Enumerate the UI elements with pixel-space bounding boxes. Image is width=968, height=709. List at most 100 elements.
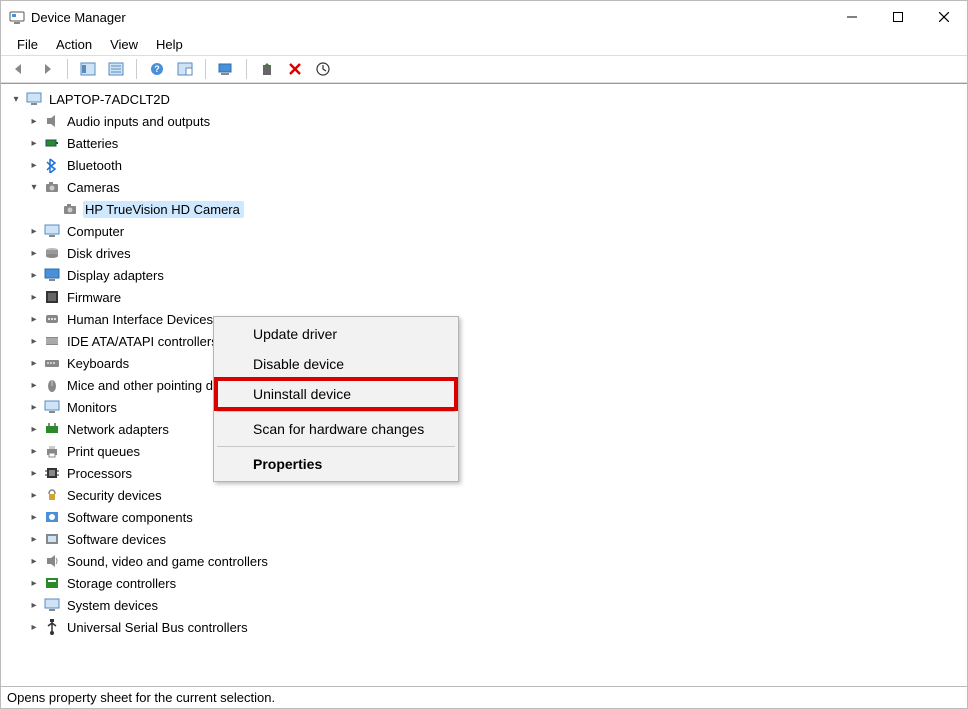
chevron-right-icon[interactable]: ▸ xyxy=(27,224,41,238)
properties-button[interactable] xyxy=(104,58,128,80)
chevron-right-icon[interactable]: ▸ xyxy=(27,466,41,480)
chevron-right-icon[interactable]: ▸ xyxy=(27,532,41,546)
monitor-icon xyxy=(43,398,61,416)
tree-category[interactable]: ▸ Keyboards xyxy=(27,352,967,374)
menu-help[interactable]: Help xyxy=(148,35,191,54)
update-driver-button[interactable] xyxy=(255,58,279,80)
chevron-right-icon[interactable]: ▸ xyxy=(27,400,41,414)
tree-category[interactable]: ▸ Audio inputs and outputs xyxy=(27,110,967,132)
chevron-right-icon[interactable]: ▸ xyxy=(27,620,41,634)
tree-category[interactable]: ▸ IDE ATA/ATAPI controllers xyxy=(27,330,967,352)
bluetooth-icon xyxy=(43,156,61,174)
window-controls xyxy=(829,1,967,33)
toolbar: ? xyxy=(1,55,967,83)
tree-category-label: Computer xyxy=(65,223,128,240)
device-tree[interactable]: ▾LAPTOP-7ADCLT2D ▸ Audio inputs and output… xyxy=(1,83,967,686)
context-menu-item[interactable]: Properties xyxy=(216,449,456,479)
chevron-down-icon[interactable]: ▾ xyxy=(27,180,41,194)
tree-category-label: IDE ATA/ATAPI controllers xyxy=(65,333,222,350)
action-button[interactable] xyxy=(173,58,197,80)
chevron-right-icon[interactable]: ▸ xyxy=(27,378,41,392)
chevron-right-icon[interactable]: ▸ xyxy=(27,290,41,304)
firmware-icon xyxy=(43,288,61,306)
tree-category[interactable]: ▸ Software devices xyxy=(27,528,967,550)
tree-category[interactable]: ▸Software components xyxy=(27,506,967,528)
tree-category[interactable]: ▸Display adapters xyxy=(27,264,967,286)
tree-category-label: Storage controllers xyxy=(65,575,180,592)
window-title: Device Manager xyxy=(31,10,829,25)
chevron-right-icon[interactable]: ▸ xyxy=(27,334,41,348)
keyboard-icon xyxy=(43,354,61,372)
maximize-button[interactable] xyxy=(875,1,921,33)
tree-category-label: Print queues xyxy=(65,443,144,460)
tree-category-label: Keyboards xyxy=(65,355,133,372)
security-icon xyxy=(43,486,61,504)
tree-category[interactable]: ▸Monitors xyxy=(27,396,967,418)
close-button[interactable] xyxy=(921,1,967,33)
chevron-right-icon[interactable]: ▸ xyxy=(27,136,41,150)
chevron-right-icon[interactable]: ▸ xyxy=(27,554,41,568)
tree-category[interactable]: ▸Human Interface Devices xyxy=(27,308,967,330)
chevron-right-icon[interactable]: ▸ xyxy=(27,356,41,370)
chevron-right-icon[interactable]: ▸ xyxy=(27,576,41,590)
titlebar: Device Manager xyxy=(1,1,967,33)
tree-category[interactable]: ▸ Storage controllers xyxy=(27,572,967,594)
chevron-right-icon[interactable]: ▸ xyxy=(27,158,41,172)
context-menu-item[interactable]: Disable device xyxy=(216,349,456,379)
context-menu-item[interactable]: Update driver xyxy=(216,319,456,349)
tree-category-label: Software devices xyxy=(65,531,170,548)
swdev-icon xyxy=(43,530,61,548)
chevron-right-icon[interactable]: ▸ xyxy=(27,268,41,282)
tree-category[interactable]: ▾Cameras xyxy=(27,176,967,198)
printer-icon xyxy=(43,442,61,460)
speaker-icon xyxy=(43,112,61,130)
chevron-right-icon[interactable]: ▸ xyxy=(27,598,41,612)
disable-device-button[interactable] xyxy=(311,58,335,80)
battery-icon xyxy=(43,134,61,152)
back-button[interactable] xyxy=(7,58,31,80)
tree-device[interactable]: HP TrueVision HD Camera xyxy=(45,198,967,220)
menu-file[interactable]: File xyxy=(9,35,46,54)
device-manager-window: Device Manager File Action View Help ? ▾… xyxy=(0,0,968,709)
show-hide-console-tree-button[interactable] xyxy=(76,58,100,80)
chevron-right-icon[interactable]: ▸ xyxy=(27,246,41,260)
context-menu-item[interactable]: Uninstall device xyxy=(216,379,456,409)
mouse-icon xyxy=(43,376,61,394)
tree-category-label: System devices xyxy=(65,597,162,614)
tree-category[interactable]: ▸Universal Serial Bus controllers xyxy=(27,616,967,638)
context-menu-item[interactable]: Scan for hardware changes xyxy=(216,414,456,444)
statusbar-text: Opens property sheet for the current sel… xyxy=(7,690,275,705)
chevron-right-icon[interactable]: ▸ xyxy=(27,312,41,326)
chevron-right-icon[interactable]: ▸ xyxy=(27,444,41,458)
menu-view[interactable]: View xyxy=(102,35,146,54)
chevron-right-icon[interactable]: ▸ xyxy=(27,422,41,436)
tree-category-label: Audio inputs and outputs xyxy=(65,113,214,130)
storage-icon xyxy=(43,574,61,592)
tree-category[interactable]: ▸Disk drives xyxy=(27,242,967,264)
chevron-down-icon[interactable]: ▾ xyxy=(9,92,23,106)
tree-category[interactable]: ▸ System devices xyxy=(27,594,967,616)
chevron-right-icon[interactable]: ▸ xyxy=(27,510,41,524)
tree-category[interactable]: ▸ Print queues xyxy=(27,440,967,462)
forward-button[interactable] xyxy=(35,58,59,80)
tree-category[interactable]: ▸Processors xyxy=(27,462,967,484)
scan-hardware-button[interactable] xyxy=(214,58,238,80)
tree-category[interactable]: ▸Sound, video and game controllers xyxy=(27,550,967,572)
tree-device-label: HP TrueVision HD Camera xyxy=(83,201,244,218)
tree-category[interactable]: ▸Mice and other pointing devices xyxy=(27,374,967,396)
display-icon xyxy=(43,266,61,284)
tree-category[interactable]: ▸Firmware xyxy=(27,286,967,308)
menu-action[interactable]: Action xyxy=(48,35,100,54)
nic-icon xyxy=(43,420,61,438)
tree-category[interactable]: ▸Network adapters xyxy=(27,418,967,440)
tree-category[interactable]: ▸Security devices xyxy=(27,484,967,506)
help-button[interactable]: ? xyxy=(145,58,169,80)
tree-root-node[interactable]: ▾LAPTOP-7ADCLT2D xyxy=(9,88,967,110)
minimize-button[interactable] xyxy=(829,1,875,33)
chevron-right-icon[interactable]: ▸ xyxy=(27,114,41,128)
tree-category[interactable]: ▸ Computer xyxy=(27,220,967,242)
tree-category[interactable]: ▸Batteries xyxy=(27,132,967,154)
tree-category[interactable]: ▸Bluetooth xyxy=(27,154,967,176)
chevron-right-icon[interactable]: ▸ xyxy=(27,488,41,502)
uninstall-device-button[interactable] xyxy=(283,58,307,80)
